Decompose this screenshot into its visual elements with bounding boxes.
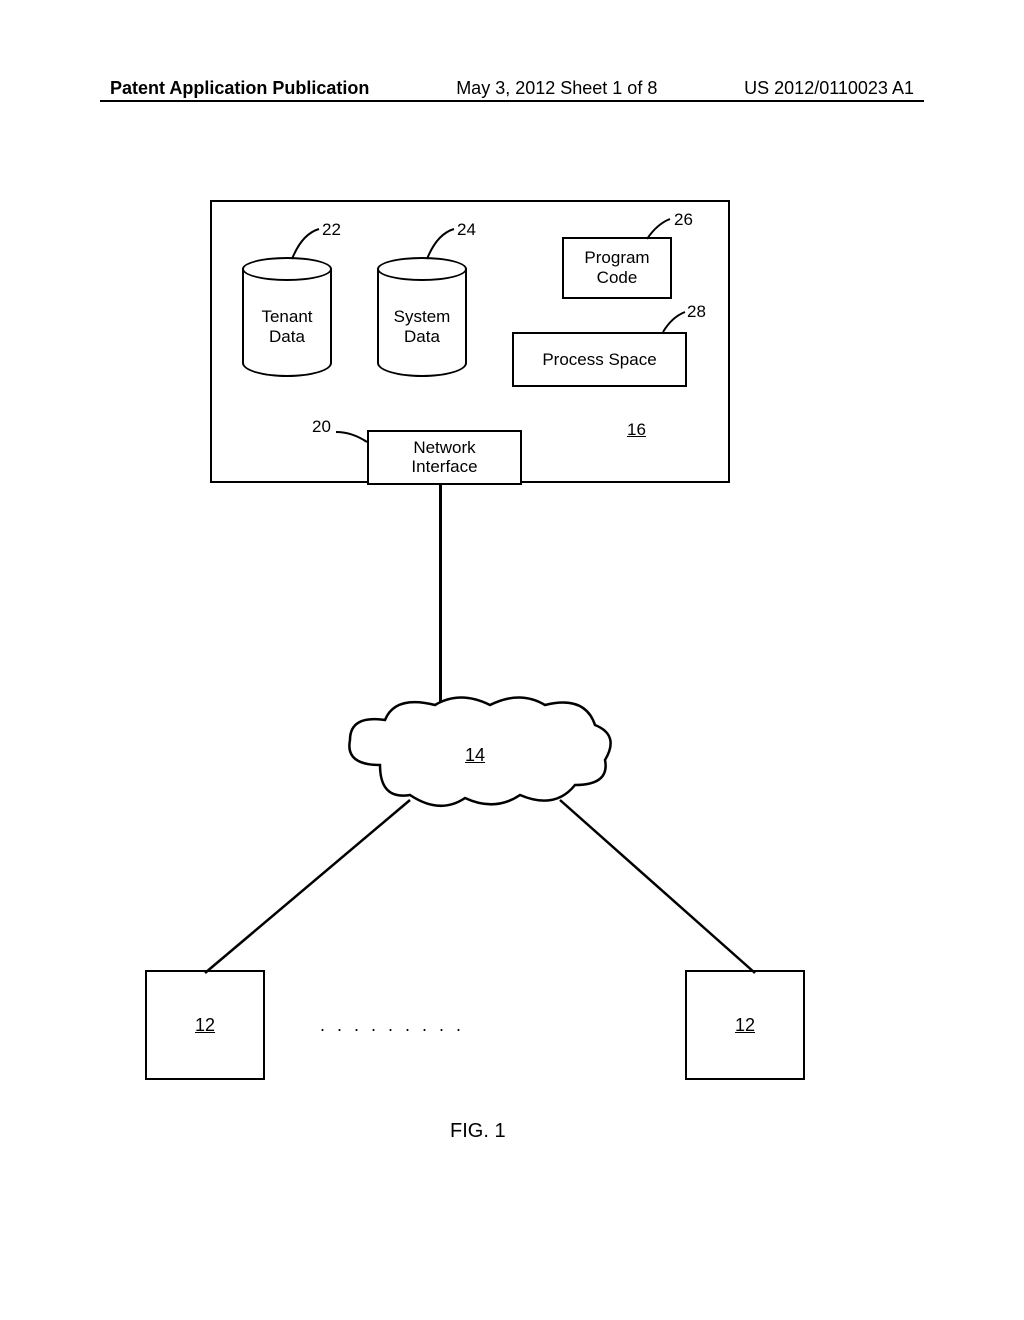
process-space-label: Process Space bbox=[542, 350, 656, 370]
ref-16: 16 bbox=[627, 420, 646, 440]
header-divider bbox=[100, 100, 924, 102]
client-right-label: 12 bbox=[735, 1015, 755, 1036]
connector-cloud-to-right bbox=[545, 795, 775, 980]
connector-cloud-to-left bbox=[195, 795, 425, 980]
program-code-box: ProgramCode bbox=[562, 237, 672, 299]
leader-26 bbox=[642, 214, 682, 244]
process-space-box: Process Space bbox=[512, 332, 687, 387]
leader-24 bbox=[422, 224, 462, 264]
tenant-data-label: TenantData bbox=[242, 269, 332, 377]
client-box-right: 12 bbox=[685, 970, 805, 1080]
leader-22 bbox=[287, 224, 327, 264]
tenant-data-cylinder: TenantData bbox=[242, 257, 332, 377]
connector-main-to-cloud bbox=[439, 483, 442, 708]
program-code-label: ProgramCode bbox=[584, 248, 649, 289]
leader-28 bbox=[660, 307, 695, 337]
ref-14: 14 bbox=[465, 745, 485, 766]
diagram-container: TenantData SystemData ProgramCode Proces… bbox=[0, 200, 1024, 1180]
network-interface-label: NetworkInterface bbox=[411, 439, 477, 476]
client-left-label: 12 bbox=[195, 1015, 215, 1036]
system-data-label: SystemData bbox=[377, 269, 467, 377]
network-interface-box: NetworkInterface bbox=[367, 430, 522, 485]
system-data-cylinder: SystemData bbox=[377, 257, 467, 377]
header-date-sheet: May 3, 2012 Sheet 1 of 8 bbox=[456, 78, 657, 99]
header-doc-number: US 2012/0110023 A1 bbox=[744, 78, 914, 99]
ref-20: 20 bbox=[312, 417, 331, 437]
client-box-left: 12 bbox=[145, 970, 265, 1080]
system-main-box: TenantData SystemData ProgramCode Proces… bbox=[210, 200, 730, 483]
ellipsis-dots: ......... bbox=[320, 1015, 473, 1036]
header-publication: Patent Application Publication bbox=[110, 78, 369, 99]
figure-label: FIG. 1 bbox=[450, 1120, 506, 1143]
